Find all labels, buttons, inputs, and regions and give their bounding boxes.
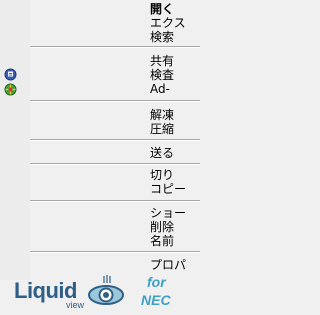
liquidview-logo: Liquid view for NEC	[0, 272, 200, 315]
logo-sub-text: view	[66, 300, 85, 310]
logo-vendor-text: NEC	[141, 292, 171, 308]
menu-icon-gutter	[0, 0, 30, 280]
menu-item-properties[interactable]: プロパ	[150, 258, 200, 272]
menu-item-rename[interactable]: 名前	[150, 234, 200, 248]
menu-separator	[30, 46, 200, 48]
menu-item-open[interactable]: 開く	[150, 2, 200, 16]
menu-item-delete[interactable]: 削除	[150, 220, 200, 234]
scanner-icon	[4, 68, 17, 81]
menu-separator	[30, 200, 200, 202]
menu-separator	[30, 139, 200, 141]
context-menu: 開く エクス 検索 共有 検査 Ad- 解凍 圧縮 送る 切り コピー ショー …	[0, 0, 200, 315]
shield-globe-icon	[4, 83, 17, 96]
eye-logo-icon	[88, 275, 124, 305]
menu-item-scan[interactable]: 検査	[150, 68, 200, 82]
menu-separator	[30, 251, 200, 253]
menu-item-share[interactable]: 共有	[150, 54, 200, 68]
menu-item-cut[interactable]: 切り	[150, 168, 200, 182]
menu-item-compress[interactable]: 圧縮	[150, 122, 200, 136]
menu-item-search[interactable]: 検索	[150, 30, 200, 44]
menu-item-shortcut[interactable]: ショー	[150, 206, 200, 220]
menu-item-send-to[interactable]: 送る	[150, 146, 200, 160]
menu-item-explore[interactable]: エクス	[150, 16, 200, 30]
menu-separator	[30, 163, 200, 165]
menu-item-extract[interactable]: 解凍	[150, 108, 200, 122]
menu-separator	[30, 100, 200, 102]
menu-item-copy[interactable]: コピー	[150, 182, 200, 196]
menu-item-adaware[interactable]: Ad-	[150, 82, 200, 96]
logo-for-text: for	[147, 274, 166, 290]
